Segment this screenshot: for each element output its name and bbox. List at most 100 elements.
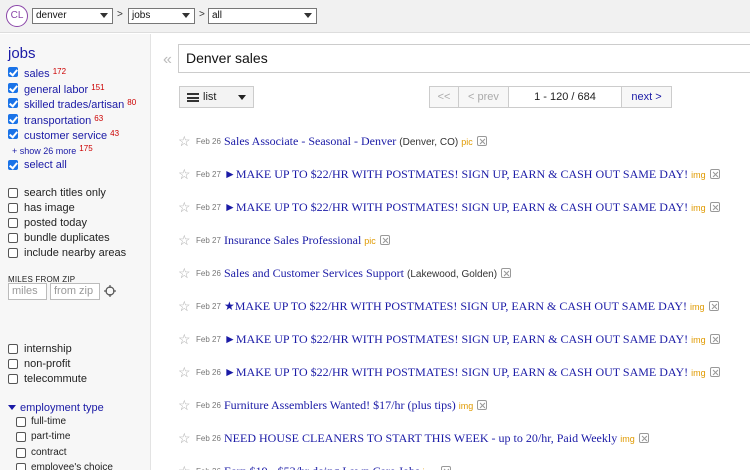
filter-include-nearby-areas[interactable]: include nearby areas — [24, 247, 126, 259]
filter-checkbox[interactable] — [8, 188, 18, 198]
list-item: ☆ Feb 27 ►MAKE UP TO $22/HR WITH POSTMATES… — [178, 323, 750, 356]
hide-icon[interactable] — [379, 235, 390, 245]
filter-internship[interactable]: internship — [24, 343, 72, 355]
category-checkbox[interactable] — [8, 98, 18, 108]
post-title-link[interactable]: Sales and Customer Services Support — [224, 266, 404, 280]
sidebar-item-sales[interactable]: sales 172 — [24, 66, 66, 80]
sidebar-item-general-labor[interactable]: general labor 151 — [24, 82, 105, 96]
hide-icon[interactable] — [477, 400, 488, 410]
hide-icon[interactable] — [709, 334, 720, 344]
select-all-checkbox[interactable] — [8, 160, 18, 170]
zip-input[interactable]: from zip — [50, 283, 100, 300]
category-title[interactable]: jobs — [8, 45, 36, 62]
employment-contract[interactable]: contract — [31, 447, 67, 459]
list-item: ☆ Feb 26 Sales Associate - Seasonal - Denv… — [178, 125, 750, 158]
star-icon[interactable]: ☆ — [178, 266, 191, 280]
post-title-link[interactable]: Sales Associate - Seasonal - Denver — [224, 134, 396, 148]
post-location: (Lakewood, Golden) — [406, 269, 498, 280]
filter-checkbox[interactable] — [8, 374, 18, 384]
hide-icon[interactable] — [638, 433, 649, 443]
filter-checkbox[interactable] — [8, 203, 18, 213]
hide-icon[interactable] — [709, 202, 720, 212]
miles-input[interactable]: miles — [8, 283, 47, 300]
category-checkbox[interactable] — [8, 114, 18, 124]
category-checkbox[interactable] — [8, 83, 18, 93]
select-all-label[interactable]: select all — [24, 159, 67, 171]
hide-icon[interactable] — [709, 367, 720, 377]
filter-telecommute[interactable]: telecommute — [24, 373, 87, 385]
post-title-link[interactable]: ►MAKE UP TO $22/HR WITH POSTMATES! SIGN … — [224, 365, 688, 379]
hide-icon[interactable] — [708, 301, 719, 311]
post-date: Feb 26 — [196, 368, 221, 377]
post-title-link[interactable]: ★MAKE UP TO $22/HR WITH POSTMATES! SIGN … — [224, 299, 687, 313]
location-select-value: denver — [36, 10, 67, 21]
filter-checkbox[interactable] — [8, 233, 18, 243]
filter-checkbox[interactable] — [8, 248, 18, 258]
first-page-button[interactable]: << — [430, 87, 459, 107]
post-title-link[interactable]: Insurance Sales Professional — [224, 233, 361, 247]
post-title-link[interactable]: Earn $19 - $53/hr doing Lawn Care Jobs — [224, 464, 420, 470]
filter-search-titles-only[interactable]: search titles only — [24, 187, 106, 199]
image-tag: img — [691, 203, 706, 213]
filter-checkbox[interactable] — [8, 359, 18, 369]
post-title-link[interactable]: NEED HOUSE CLEANERS TO START THIS WEEK -… — [224, 431, 617, 445]
employment-checkbox[interactable] — [16, 463, 26, 470]
star-icon[interactable]: ☆ — [178, 464, 191, 470]
filter-checkbox[interactable] — [8, 218, 18, 228]
category-checkbox[interactable] — [8, 129, 18, 139]
location-select[interactable]: denver — [32, 8, 113, 24]
star-icon[interactable]: ☆ — [178, 233, 191, 247]
image-tag: img — [458, 401, 474, 411]
craigslist-logo[interactable]: CL — [6, 5, 28, 27]
chevron-down-icon — [8, 405, 16, 410]
hide-icon[interactable] — [501, 268, 512, 278]
hide-icon[interactable] — [476, 136, 487, 146]
sidebar-item-transportation[interactable]: transportation 63 — [24, 113, 103, 127]
employment-part-time[interactable]: part-time — [31, 431, 70, 443]
employment-full-time[interactable]: full-time — [31, 416, 66, 428]
employment-checkbox[interactable] — [16, 448, 26, 458]
list-item: ☆ Feb 26 Sales and Customer Services Suppo… — [178, 257, 750, 290]
star-icon[interactable]: ☆ — [178, 299, 191, 313]
sidebar-item-customer-service[interactable]: customer service 43 — [24, 128, 119, 142]
star-icon[interactable]: ☆ — [178, 365, 191, 379]
list-item: ☆ Feb 26 Furniture Assemblers Wanted! $17/… — [178, 389, 750, 422]
employment-employees-choice[interactable]: employee's choice — [31, 462, 113, 470]
star-icon[interactable]: ☆ — [178, 398, 191, 412]
filter-posted-today[interactable]: posted today — [24, 217, 87, 229]
post-date: Feb 27 — [196, 302, 221, 311]
hide-icon[interactable] — [441, 466, 452, 470]
category-checkbox[interactable] — [8, 67, 18, 77]
employment-checkbox[interactable] — [16, 432, 26, 442]
post-info: Furniture Assemblers Wanted! $17/hr (plu… — [224, 398, 488, 413]
post-title-link[interactable]: Furniture Assemblers Wanted! $17/hr (plu… — [224, 398, 456, 412]
crosshair-icon[interactable] — [104, 285, 116, 297]
chevron-down-icon — [304, 13, 312, 18]
employment-type-toggle[interactable]: employment type — [8, 402, 104, 414]
section-select[interactable]: jobs — [128, 8, 195, 24]
post-title-link[interactable]: ►MAKE UP TO $22/HR WITH POSTMATES! SIGN … — [224, 167, 688, 181]
hide-icon[interactable] — [709, 169, 720, 179]
post-title-link[interactable]: ►MAKE UP TO $22/HR WITH POSTMATES! SIGN … — [224, 200, 688, 214]
show-more-link[interactable]: + show 26 more 175 — [12, 144, 93, 156]
star-icon[interactable]: ☆ — [178, 332, 191, 346]
filter-has-image[interactable]: has image — [24, 202, 75, 214]
prev-page-button[interactable]: < prev — [459, 87, 509, 107]
post-title-link[interactable]: ►MAKE UP TO $22/HR WITH POSTMATES! SIGN … — [224, 332, 688, 346]
subsection-select[interactable]: all — [208, 8, 317, 24]
filter-checkbox[interactable] — [8, 344, 18, 354]
view-mode-dropdown[interactable]: list — [179, 86, 254, 108]
sidebar-item-skilled-trades[interactable]: skilled trades/artisan 80 — [24, 97, 136, 111]
filter-non-profit[interactable]: non-profit — [24, 358, 70, 370]
collapse-sidebar-icon[interactable]: « — [163, 51, 172, 69]
star-icon[interactable]: ☆ — [178, 431, 191, 445]
employment-checkbox[interactable] — [16, 417, 26, 427]
list-item: ☆ Feb 27 Insurance Sales Professional pic — [178, 224, 750, 257]
search-input[interactable]: Denver sales — [178, 44, 750, 73]
view-mode-label: list — [203, 91, 217, 103]
star-icon[interactable]: ☆ — [178, 200, 191, 214]
star-icon[interactable]: ☆ — [178, 134, 191, 148]
filter-bundle-duplicates[interactable]: bundle duplicates — [24, 232, 110, 244]
next-page-button[interactable]: next > — [622, 87, 671, 107]
star-icon[interactable]: ☆ — [178, 167, 191, 181]
